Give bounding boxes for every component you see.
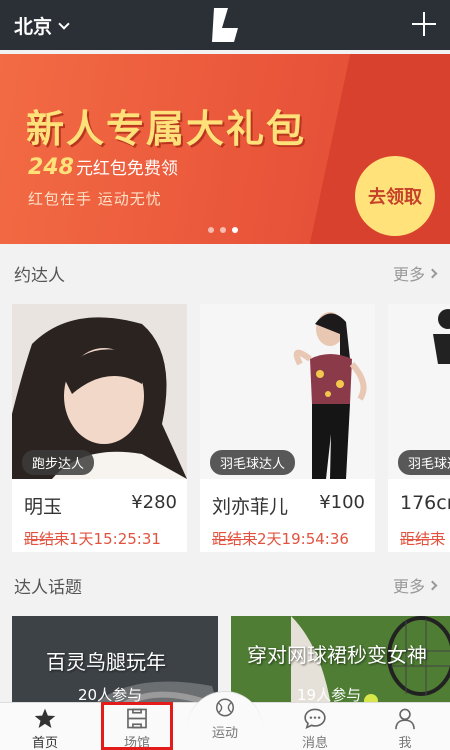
- chevron-down-icon: [58, 17, 70, 30]
- topic-title: 百灵鸟腿玩年: [46, 650, 166, 674]
- more-label: 更多: [392, 577, 425, 596]
- experts-carousel[interactable]: 跑步达人 明玉 ¥280 距结束1天15:25:31 羽毛球达人 刘亦菲儿 ¥1…: [12, 304, 450, 552]
- section-title: 约达人: [14, 265, 65, 286]
- expert-tag: 跑步达人: [22, 450, 95, 475]
- nav-item-sport[interactable]: 运动: [190, 693, 260, 741]
- nav-item-me[interactable]: 我: [370, 703, 440, 750]
- more-link[interactable]: 更多: [392, 261, 438, 285]
- countdown-value: 2天19:54:36: [257, 530, 349, 548]
- banner-title: 新人专属大礼包: [26, 107, 307, 151]
- expert-name: 明玉: [24, 496, 63, 518]
- countdown-label: 距结束: [24, 530, 70, 548]
- promo-banner[interactable]: 新人专属大礼包 248 元红包免费领 红包在手 运动无忧 去领取: [0, 54, 450, 244]
- city-label: 北京: [14, 16, 53, 38]
- nav-label: 运动: [211, 726, 238, 741]
- expert-name: 刘亦菲儿: [212, 496, 289, 518]
- nav-item-home[interactable]: 首页: [10, 703, 80, 750]
- section-title: 达人话题: [14, 577, 82, 598]
- expert-tag: 羽毛球达: [398, 450, 450, 475]
- chevron-right-icon: [427, 268, 438, 278]
- star-icon: [34, 708, 56, 728]
- claim-button[interactable]: 去领取: [355, 156, 435, 236]
- expert-tag: 羽毛球达人: [210, 450, 296, 475]
- banner-offer: 248 元红包免费领: [28, 154, 178, 180]
- countdown-label: 距结束: [400, 530, 446, 548]
- expert-price: ¥100: [319, 492, 365, 513]
- banner-amount: 248: [28, 155, 74, 180]
- city-selector[interactable]: 北京: [14, 12, 70, 39]
- more-link[interactable]: 更多: [392, 573, 438, 597]
- topic-card[interactable]: 穿对网球裙秒变女神 19人参与: [231, 616, 450, 706]
- expert-countdown: 距结束: [400, 528, 445, 549]
- app-logo-icon: [212, 8, 238, 42]
- expert-countdown: 距结束1天15:25:31: [24, 528, 161, 549]
- ball-icon: [216, 698, 234, 717]
- expert-card[interactable]: 羽毛球达 176cm 距结束: [388, 304, 450, 552]
- carousel-dot-active[interactable]: [232, 227, 238, 233]
- carousel-dots: [208, 227, 238, 233]
- nav-item-messages[interactable]: 消息: [280, 703, 350, 750]
- nav-label: 消息: [301, 736, 328, 750]
- expert-card[interactable]: 跑步达人 明玉 ¥280 距结束1天15:25:31: [12, 304, 187, 552]
- expert-card[interactable]: 羽毛球达人 刘亦菲儿 ¥100 距结束2天19:54:36: [200, 304, 375, 552]
- nav-label: 首页: [31, 736, 58, 750]
- topics-header: 达人话题 更多: [0, 560, 450, 610]
- more-label: 更多: [392, 265, 425, 284]
- banner-offer-text: 元红包免费领: [75, 159, 178, 179]
- carousel-dot[interactable]: [208, 227, 214, 233]
- topic-card[interactable]: 百灵鸟腿玩年 20人参与: [12, 616, 218, 706]
- topic-title: 穿对网球裙秒变女神: [247, 643, 427, 667]
- plus-icon[interactable]: [412, 12, 436, 36]
- chat-bubble-icon: [304, 708, 326, 730]
- top-bar: 北京: [0, 0, 450, 50]
- bottom-nav: 首页 场馆 运动 消息 我: [0, 691, 450, 750]
- countdown-value: 1天15:25:31: [69, 530, 161, 548]
- expert-name: 176cm: [400, 492, 450, 514]
- expert-price: ¥280: [131, 492, 177, 513]
- nav-label: 我: [398, 736, 412, 750]
- banner-note: 红包在手 运动无忧: [28, 190, 162, 208]
- chevron-right-icon: [427, 580, 438, 590]
- highlight-annotation: [101, 702, 173, 750]
- expert-countdown: 距结束2天19:54:36: [212, 528, 349, 549]
- experts-header: 约达人 更多: [0, 248, 450, 298]
- carousel-dot[interactable]: [220, 227, 226, 233]
- countdown-label: 距结束: [212, 530, 258, 548]
- person-icon: [395, 708, 415, 730]
